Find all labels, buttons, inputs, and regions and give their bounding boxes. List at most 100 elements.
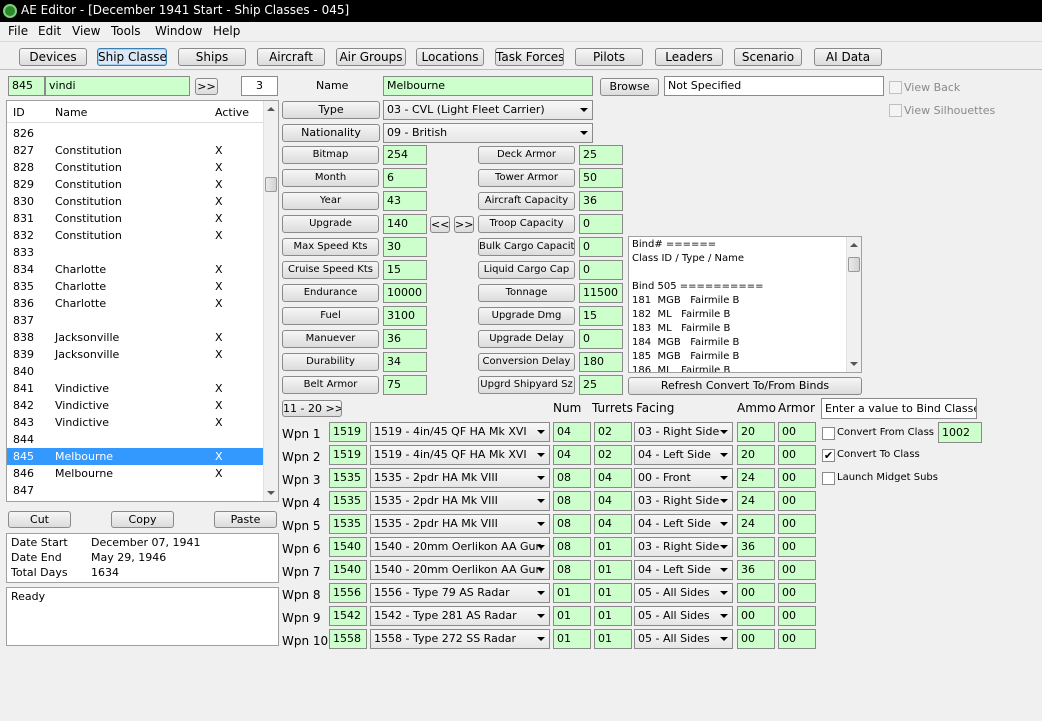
menu-view[interactable]: View	[72, 24, 100, 38]
durability-input[interactable]: 34	[383, 352, 427, 372]
weapon-turrets-input[interactable]: 01	[594, 629, 632, 649]
tab-task-forces[interactable]: Task Forces	[495, 48, 564, 66]
month-input[interactable]: 6	[383, 168, 427, 188]
troop-capacity-input[interactable]: 0	[579, 214, 623, 234]
list-item[interactable]: 829 Constitution X	[7, 176, 263, 193]
list-item[interactable]: 832 Constitution X	[7, 227, 263, 244]
weapon-turrets-input[interactable]: 04	[594, 491, 632, 511]
weapon-facing-select[interactable]: 05 - All Sides	[634, 583, 733, 603]
weapon-device-select[interactable]: 1558 - Type 272 SS Radar	[370, 629, 550, 649]
tab-ship-classes[interactable]: Ship Classes	[97, 48, 167, 66]
weapon-num-input[interactable]: 08	[553, 537, 591, 557]
scroll-up-icon[interactable]	[267, 107, 275, 111]
list-item[interactable]: 840	[7, 363, 263, 380]
paste-button[interactable]: Paste	[214, 511, 277, 528]
weapon-device-select[interactable]: 1540 - 20mm Oerlikon AA Gun	[370, 537, 550, 557]
weapon-facing-select[interactable]: 05 - All Sides	[634, 629, 733, 649]
view-back-checkbox[interactable]	[889, 81, 902, 94]
upgrade-button[interactable]: Upgrade	[282, 215, 379, 233]
belt-armor-input[interactable]: 75	[383, 375, 427, 395]
deck-armor-button[interactable]: Deck Armor	[478, 146, 575, 164]
list-item[interactable]: 842 Vindictive X	[7, 397, 263, 414]
weapon-device-id-input[interactable]: 1535	[329, 468, 367, 488]
list-item[interactable]: 826	[7, 125, 263, 142]
weapon-armor-input[interactable]: 00	[778, 468, 816, 488]
weapon-facing-select[interactable]: 04 - Left Side	[634, 514, 733, 534]
manuever-input[interactable]: 36	[383, 329, 427, 349]
weapon-turrets-input[interactable]: 01	[594, 560, 632, 580]
liquid-cargo-cap-button[interactable]: Liquid Cargo Cap	[478, 261, 575, 279]
weapon-num-input[interactable]: 08	[553, 514, 591, 534]
weapon-num-input[interactable]: 01	[553, 583, 591, 603]
conversion-delay-button[interactable]: Conversion Delay	[478, 353, 575, 371]
weapon-num-input[interactable]: 04	[553, 422, 591, 442]
upgrade-prev-button[interactable]: <<	[430, 216, 450, 233]
ship-class-list[interactable]: ID Name Active 826 827 Constitution X 828 Con…	[6, 100, 279, 502]
aircraft-capacity-button[interactable]: Aircraft Capacity	[478, 192, 575, 210]
scroll-down-icon[interactable]	[850, 362, 858, 366]
tower-armor-input[interactable]: 50	[579, 168, 623, 188]
weapon-device-id-input[interactable]: 1519	[329, 422, 367, 442]
list-item[interactable]: 827 Constitution X	[7, 142, 263, 159]
weapon-device-select[interactable]: 1540 - 20mm Oerlikon AA Gun	[370, 560, 550, 580]
upgrd-shipyard-sz-button[interactable]: Upgrd Shipyard Sz	[478, 376, 575, 394]
weapon-turrets-input[interactable]: 04	[594, 468, 632, 488]
year-button[interactable]: Year	[282, 192, 379, 210]
menu-window[interactable]: Window	[155, 24, 202, 38]
max-speed-kts-input[interactable]: 30	[383, 237, 427, 257]
tower-armor-button[interactable]: Tower Armor	[478, 169, 575, 187]
troop-capacity-button[interactable]: Troop Capacity	[478, 215, 575, 233]
weapon-turrets-input[interactable]: 02	[594, 445, 632, 465]
upgrade-delay-input[interactable]: 0	[579, 329, 623, 349]
refresh-binds-button[interactable]: Refresh Convert To/From Binds	[628, 377, 862, 395]
type-button[interactable]: Type	[282, 101, 380, 119]
binds-scrollbar[interactable]	[846, 237, 861, 372]
tab-locations[interactable]: Locations	[416, 48, 484, 66]
scroll-down-icon[interactable]	[267, 491, 275, 495]
upgrade-input[interactable]: 140	[383, 214, 427, 234]
copy-button[interactable]: Copy	[111, 511, 174, 528]
weapon-num-input[interactable]: 01	[553, 629, 591, 649]
list-item[interactable]: 844	[7, 431, 263, 448]
weapon-device-id-input[interactable]: 1535	[329, 514, 367, 534]
bulk-cargo-capacity-button[interactable]: Bulk Cargo Capacity	[478, 238, 575, 256]
weapon-num-input[interactable]: 04	[553, 445, 591, 465]
convert-from-class-input[interactable]: 1002	[938, 422, 982, 443]
list-item[interactable]: 836 Charlotte X	[7, 295, 263, 312]
list-scrollbar[interactable]	[263, 101, 278, 501]
list-item[interactable]: 830 Constitution X	[7, 193, 263, 210]
scroll-up-icon[interactable]	[850, 243, 858, 247]
weapon-ammo-input[interactable]: 24	[737, 468, 775, 488]
nationality-select[interactable]: 09 - British	[383, 123, 593, 143]
belt-armor-button[interactable]: Belt Armor	[282, 376, 379, 394]
list-item[interactable]: 837	[7, 312, 263, 329]
weapon-turrets-input[interactable]: 01	[594, 537, 632, 557]
column-header-name[interactable]: Name	[55, 106, 87, 119]
type-select[interactable]: 03 - CVL (Light Fleet Carrier)	[383, 100, 593, 120]
weapon-device-id-input[interactable]: 1519	[329, 445, 367, 465]
weapon-device-id-input[interactable]: 1540	[329, 537, 367, 557]
cruise-speed-kts-input[interactable]: 15	[383, 260, 427, 280]
launch-midget-subs-checkbox[interactable]	[822, 472, 835, 485]
convert-to-checkbox[interactable]: ✔	[822, 449, 835, 462]
weapon-ammo-input[interactable]: 20	[737, 445, 775, 465]
weapon-device-id-input[interactable]: 1542	[329, 606, 367, 626]
deck-armor-input[interactable]: 25	[579, 145, 623, 165]
weapon-facing-select[interactable]: 00 - Front	[634, 468, 733, 488]
weapon-device-select[interactable]: 1556 - Type 79 AS Radar	[370, 583, 550, 603]
menu-edit[interactable]: Edit	[38, 24, 61, 38]
list-item[interactable]: 845 Melbourne X	[7, 448, 263, 465]
weapon-armor-input[interactable]: 00	[778, 491, 816, 511]
weapon-armor-input[interactable]: 00	[778, 514, 816, 534]
tab-devices[interactable]: Devices	[19, 48, 87, 66]
find-next-button[interactable]: >>	[195, 78, 218, 95]
weapon-num-input[interactable]: 08	[553, 560, 591, 580]
weapon-turrets-input[interactable]: 01	[594, 606, 632, 626]
weapon-armor-input[interactable]: 00	[778, 606, 816, 626]
list-item[interactable]: 833	[7, 244, 263, 261]
weapon-armor-input[interactable]: 00	[778, 583, 816, 603]
weapon-turrets-input[interactable]: 04	[594, 514, 632, 534]
menu-help[interactable]: Help	[213, 24, 240, 38]
list-item[interactable]: 835 Charlotte X	[7, 278, 263, 295]
weapon-turrets-input[interactable]: 02	[594, 422, 632, 442]
